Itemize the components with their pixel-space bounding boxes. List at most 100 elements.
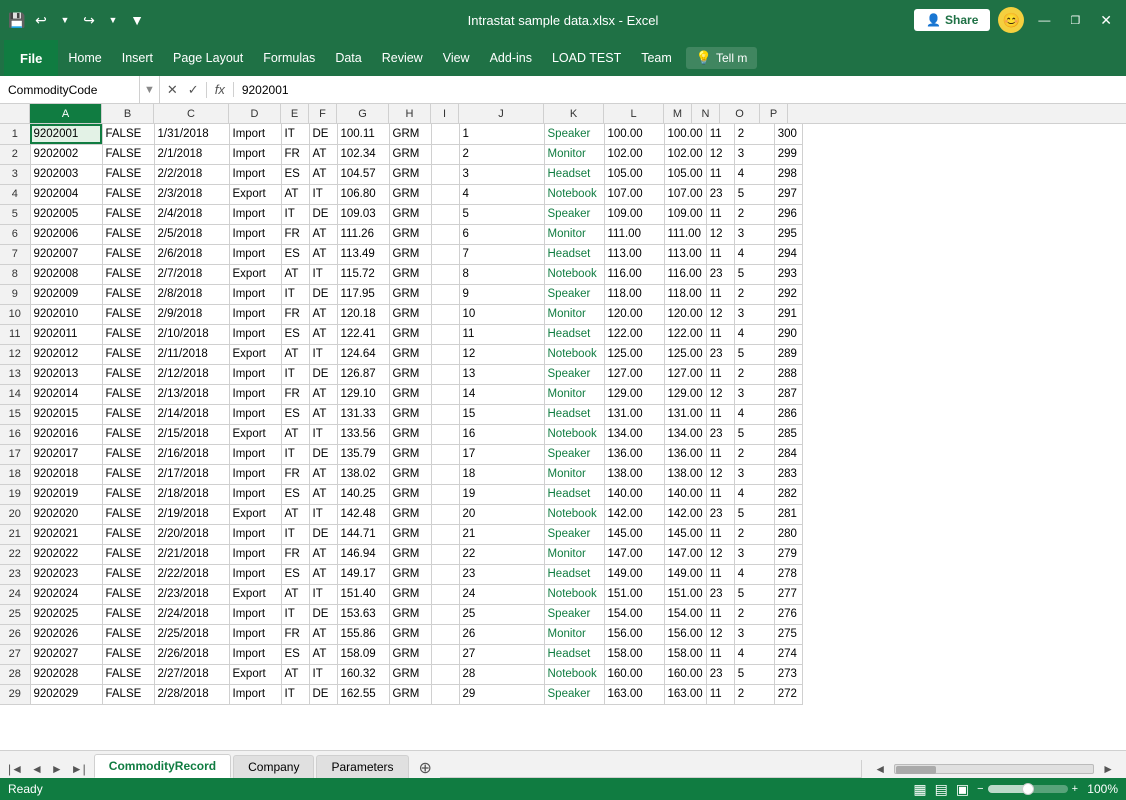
cell[interactable]: 27 (459, 644, 544, 664)
redo-icon[interactable]: ↪ (80, 11, 98, 29)
cell[interactable]: 5 (734, 424, 774, 444)
cell[interactable]: FALSE (102, 124, 154, 144)
cell[interactable]: GRM (389, 304, 431, 324)
col-header-n[interactable]: N (692, 104, 720, 123)
cell[interactable]: 102.00 (664, 144, 706, 164)
cell[interactable] (431, 504, 459, 524)
cell[interactable]: 146.94 (337, 544, 389, 564)
cell[interactable] (431, 604, 459, 624)
cell[interactable]: FALSE (102, 304, 154, 324)
cell[interactable]: 300 (774, 124, 802, 144)
cell[interactable]: 26 (459, 624, 544, 644)
cell[interactable]: 147.00 (604, 544, 664, 564)
cell[interactable]: 2/4/2018 (154, 204, 229, 224)
cell[interactable]: GRM (389, 644, 431, 664)
restore-button[interactable]: ❐ (1064, 12, 1086, 29)
cell[interactable]: Import (229, 304, 281, 324)
cell[interactable]: ES (281, 164, 309, 184)
cell[interactable]: FALSE (102, 564, 154, 584)
cell[interactable]: 284 (774, 444, 802, 464)
table-row[interactable]: 209202020FALSE2/19/2018ExportATIT142.48G… (0, 504, 802, 524)
menu-team[interactable]: Team (631, 45, 682, 71)
cell[interactable]: Speaker (544, 124, 604, 144)
cell[interactable]: 19 (459, 484, 544, 504)
cell[interactable]: Import (229, 224, 281, 244)
cell[interactable]: 9202020 (30, 504, 102, 524)
cell[interactable]: GRM (389, 224, 431, 244)
cell[interactable]: 2/10/2018 (154, 324, 229, 344)
tab-first-button[interactable]: |◄ (4, 760, 27, 778)
cell[interactable]: GRM (389, 664, 431, 684)
cell[interactable]: 11 (706, 204, 734, 224)
menu-page-layout[interactable]: Page Layout (163, 45, 253, 71)
tab-next-button[interactable]: ► (47, 760, 67, 778)
cell[interactable]: Export (229, 584, 281, 604)
cell[interactable]: 3 (734, 224, 774, 244)
cell[interactable]: 135.79 (337, 444, 389, 464)
cell[interactable]: 2/21/2018 (154, 544, 229, 564)
cell[interactable]: FALSE (102, 224, 154, 244)
close-button[interactable]: ✕ (1094, 10, 1118, 31)
cell[interactable]: AT (309, 384, 337, 404)
cell[interactable]: 1/31/2018 (154, 124, 229, 144)
cell[interactable]: 11 (706, 164, 734, 184)
cell[interactable]: 297 (774, 184, 802, 204)
cell[interactable]: 12 (459, 344, 544, 364)
cell[interactable]: 21 (459, 524, 544, 544)
cell[interactable]: 9202025 (30, 604, 102, 624)
cell[interactable]: FALSE (102, 544, 154, 564)
file-menu[interactable]: File (4, 40, 58, 76)
cell[interactable]: Speaker (544, 684, 604, 704)
cell[interactable] (431, 324, 459, 344)
cell[interactable]: GRM (389, 584, 431, 604)
cell[interactable]: 2/25/2018 (154, 624, 229, 644)
cell[interactable] (431, 484, 459, 504)
cell[interactable]: Speaker (544, 204, 604, 224)
cell[interactable]: GRM (389, 144, 431, 164)
cell[interactable]: IT (281, 444, 309, 464)
cell[interactable]: 11 (706, 444, 734, 464)
menu-add-ins[interactable]: Add-ins (480, 45, 542, 71)
col-header-p[interactable]: P (760, 104, 788, 123)
cell[interactable]: GRM (389, 684, 431, 704)
cell[interactable]: 129.10 (337, 384, 389, 404)
cell[interactable]: Headset (544, 244, 604, 264)
cell[interactable]: 127.00 (604, 364, 664, 384)
cell[interactable]: AT (281, 344, 309, 364)
cell[interactable]: 13 (459, 364, 544, 384)
cell[interactable]: Monitor (544, 464, 604, 484)
cell[interactable]: FALSE (102, 424, 154, 444)
cell[interactable]: Import (229, 144, 281, 164)
cell[interactable]: 111.00 (604, 224, 664, 244)
col-header-f[interactable]: F (309, 104, 337, 123)
cell[interactable] (431, 344, 459, 364)
cell[interactable]: 125.00 (604, 344, 664, 364)
cell[interactable]: 25 (459, 604, 544, 624)
cell[interactable]: IT (281, 364, 309, 384)
cell[interactable]: 4 (734, 244, 774, 264)
cell[interactable]: 125.00 (664, 344, 706, 364)
cell[interactable]: AT (309, 644, 337, 664)
cell[interactable]: AT (309, 304, 337, 324)
cell[interactable]: 149.00 (664, 564, 706, 584)
cell[interactable]: 142.00 (604, 504, 664, 524)
cell[interactable]: 4 (734, 644, 774, 664)
cell[interactable]: 118.00 (604, 284, 664, 304)
cell[interactable]: Speaker (544, 284, 604, 304)
cell[interactable]: 9202018 (30, 464, 102, 484)
table-row[interactable]: 189202018FALSE2/17/2018ImportFRAT138.02G… (0, 464, 802, 484)
cell[interactable]: ES (281, 644, 309, 664)
cell[interactable]: 2/24/2018 (154, 604, 229, 624)
cell[interactable]: 140.00 (604, 484, 664, 504)
cell[interactable]: 9202016 (30, 424, 102, 444)
cell[interactable]: 11 (706, 524, 734, 544)
cell[interactable]: 149.00 (604, 564, 664, 584)
zoom-out-button[interactable]: − (977, 783, 983, 795)
menu-insert[interactable]: Insert (112, 45, 163, 71)
cell[interactable]: GRM (389, 184, 431, 204)
cell[interactable]: Import (229, 244, 281, 264)
cell[interactable]: GRM (389, 564, 431, 584)
cell[interactable]: 20 (459, 504, 544, 524)
cell[interactable]: 9202001 (30, 124, 102, 144)
cell[interactable]: 9202019 (30, 484, 102, 504)
